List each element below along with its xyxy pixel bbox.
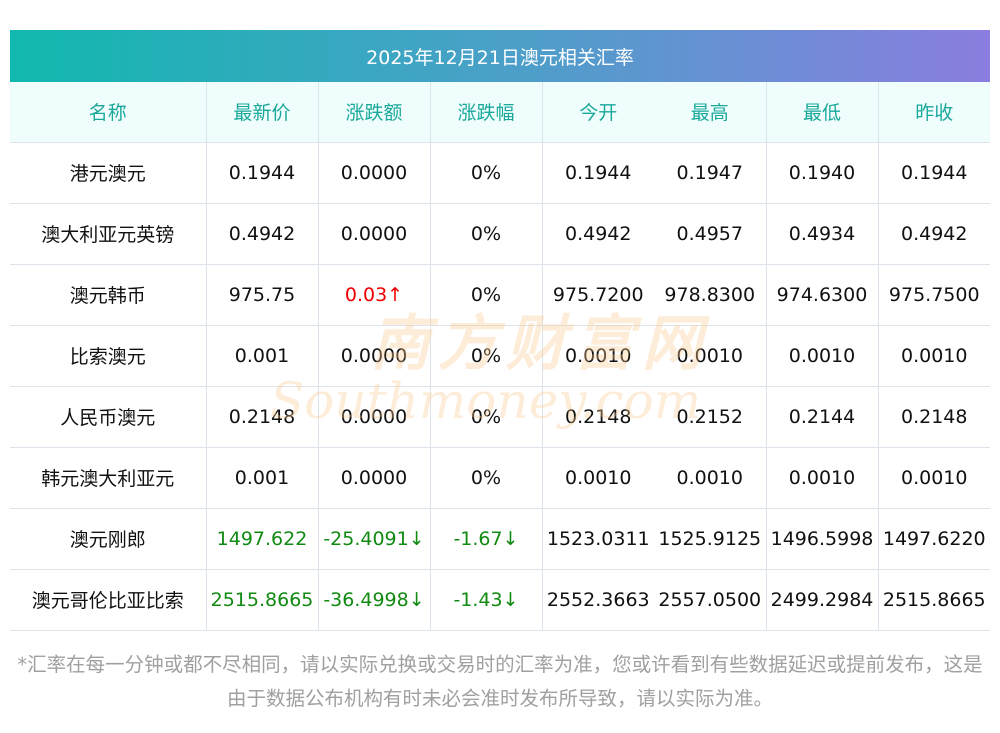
exchange-rate-table: 名称 最新价 涨跌额 涨跌幅 今开 最高 最低 昨收 港元澳元 0.1944 0.0… <box>10 82 990 631</box>
header-open: 今开 <box>542 82 654 143</box>
header-high: 最高 <box>654 82 767 143</box>
change-percent-cell: 0% <box>430 386 543 448</box>
change-amount-cell: 0.0000 <box>318 386 431 448</box>
high-price-cell: 978.8300 <box>654 264 767 326</box>
change-amount-cell: -25.4091↓ <box>318 508 431 570</box>
change-percent-cell: 0% <box>430 203 543 265</box>
high-price-cell: 0.2152 <box>654 386 767 448</box>
latest-price-cell: 2515.8665 <box>206 569 319 631</box>
currency-pair-cell: 人民币澳元 <box>10 386 207 448</box>
latest-price-cell: 1497.622 <box>206 508 319 570</box>
change-amount-cell: 0.03↑ <box>318 264 431 326</box>
change-amount-cell: 0.0000 <box>318 325 431 387</box>
header-change: 涨跌额 <box>318 82 431 143</box>
prev-close-cell: 1497.6220 <box>878 508 990 570</box>
prev-close-cell: 0.4942 <box>878 203 990 265</box>
open-price-cell: 0.4942 <box>542 203 654 265</box>
change-amount-cell: -36.4998↓ <box>318 569 431 631</box>
currency-pair-cell: 澳元刚郎 <box>10 508 207 570</box>
table-row: 澳元韩币 975.75 0.03↑ 0% 975.7200 978.8300 974.630… <box>10 264 990 326</box>
latest-price-cell: 975.75 <box>206 264 319 326</box>
disclaimer-note: *汇率在每一分钟或都不尽相同，请以实际兑换或交易时的汇率为准，您或许看到有些数据… <box>17 653 983 710</box>
open-price-cell: 0.0010 <box>542 447 654 509</box>
prev-close-cell: 0.1944 <box>878 142 990 204</box>
low-price-cell: 0.0010 <box>766 325 879 387</box>
table-row: 港元澳元 0.1944 0.0000 0% 0.1944 0.1947 0.1940 0.19… <box>10 142 990 204</box>
change-percent-cell: 0% <box>430 447 543 509</box>
open-price-cell: 0.2148 <box>542 386 654 448</box>
table-header-row: 名称 最新价 涨跌额 涨跌幅 今开 最高 最低 昨收 <box>10 82 990 143</box>
table-row: 澳元刚郎 1497.622 -25.4091↓ -1.67↓ 1523.0311 1525… <box>10 508 990 570</box>
high-price-cell: 0.1947 <box>654 142 767 204</box>
change-amount-cell: 0.0000 <box>318 203 431 265</box>
prev-close-cell: 975.7500 <box>878 264 990 326</box>
currency-pair-cell: 澳元哥伦比亚比索 <box>10 569 207 631</box>
open-price-cell: 975.7200 <box>542 264 654 326</box>
high-price-cell: 0.0010 <box>654 325 767 387</box>
table-row: 人民币澳元 0.2148 0.0000 0% 0.2148 0.2152 0.2144 0.2… <box>10 386 990 448</box>
low-price-cell: 974.6300 <box>766 264 879 326</box>
change-percent-cell: 0% <box>430 264 543 326</box>
open-price-cell: 0.1944 <box>542 142 654 204</box>
change-amount-cell: 0.0000 <box>318 447 431 509</box>
table-row: 澳元哥伦比亚比索 2515.8665 -36.4998↓ -1.43↓ 2552.366… <box>10 569 990 631</box>
high-price-cell: 0.0010 <box>654 447 767 509</box>
change-percent-cell: -1.67↓ <box>430 508 543 570</box>
prev-close-cell: 0.0010 <box>878 325 990 387</box>
currency-pair-cell: 澳元韩币 <box>10 264 207 326</box>
latest-price-cell: 0.1944 <box>206 142 319 204</box>
low-price-cell: 1496.5998 <box>766 508 879 570</box>
low-price-cell: 0.4934 <box>766 203 879 265</box>
open-price-cell: 2552.3663 <box>542 569 654 631</box>
change-percent-cell: 0% <box>430 142 543 204</box>
header-percent: 涨跌幅 <box>430 82 543 143</box>
change-amount-cell: 0.0000 <box>318 142 431 204</box>
header-prev-close: 昨收 <box>878 82 990 143</box>
prev-close-cell: 0.0010 <box>878 447 990 509</box>
header-price: 最新价 <box>206 82 319 143</box>
low-price-cell: 0.2144 <box>766 386 879 448</box>
open-price-cell: 1523.0311 <box>542 508 654 570</box>
change-percent-cell: -1.43↓ <box>430 569 543 631</box>
high-price-cell: 0.4957 <box>654 203 767 265</box>
open-price-cell: 0.0010 <box>542 325 654 387</box>
low-price-cell: 0.0010 <box>766 447 879 509</box>
header-name: 名称 <box>10 82 207 143</box>
high-price-cell: 2557.0500 <box>654 569 767 631</box>
latest-price-cell: 0.2148 <box>206 386 319 448</box>
latest-price-cell: 0.001 <box>206 325 319 387</box>
table-title: 2025年12月21日澳元相关汇率 <box>10 30 990 82</box>
high-price-cell: 1525.9125 <box>654 508 767 570</box>
header-low: 最低 <box>766 82 879 143</box>
low-price-cell: 2499.2984 <box>766 569 879 631</box>
change-percent-cell: 0% <box>430 325 543 387</box>
currency-pair-cell: 比索澳元 <box>10 325 207 387</box>
currency-pair-cell: 韩元澳大利亚元 <box>10 447 207 509</box>
prev-close-cell: 2515.8665 <box>878 569 990 631</box>
prev-close-cell: 0.2148 <box>878 386 990 448</box>
currency-pair-cell: 港元澳元 <box>10 142 207 204</box>
low-price-cell: 0.1940 <box>766 142 879 204</box>
table-row: 澳大利亚元英镑 0.4942 0.0000 0% 0.4942 0.4957 0.4934 0… <box>10 203 990 265</box>
table-row: 韩元澳大利亚元 0.001 0.0000 0% 0.0010 0.0010 0.0010 0.… <box>10 447 990 509</box>
latest-price-cell: 0.4942 <box>206 203 319 265</box>
currency-pair-cell: 澳大利亚元英镑 <box>10 203 207 265</box>
table-row: 比索澳元 0.001 0.0000 0% 0.0010 0.0010 0.0010 0.001… <box>10 325 990 387</box>
latest-price-cell: 0.001 <box>206 447 319 509</box>
